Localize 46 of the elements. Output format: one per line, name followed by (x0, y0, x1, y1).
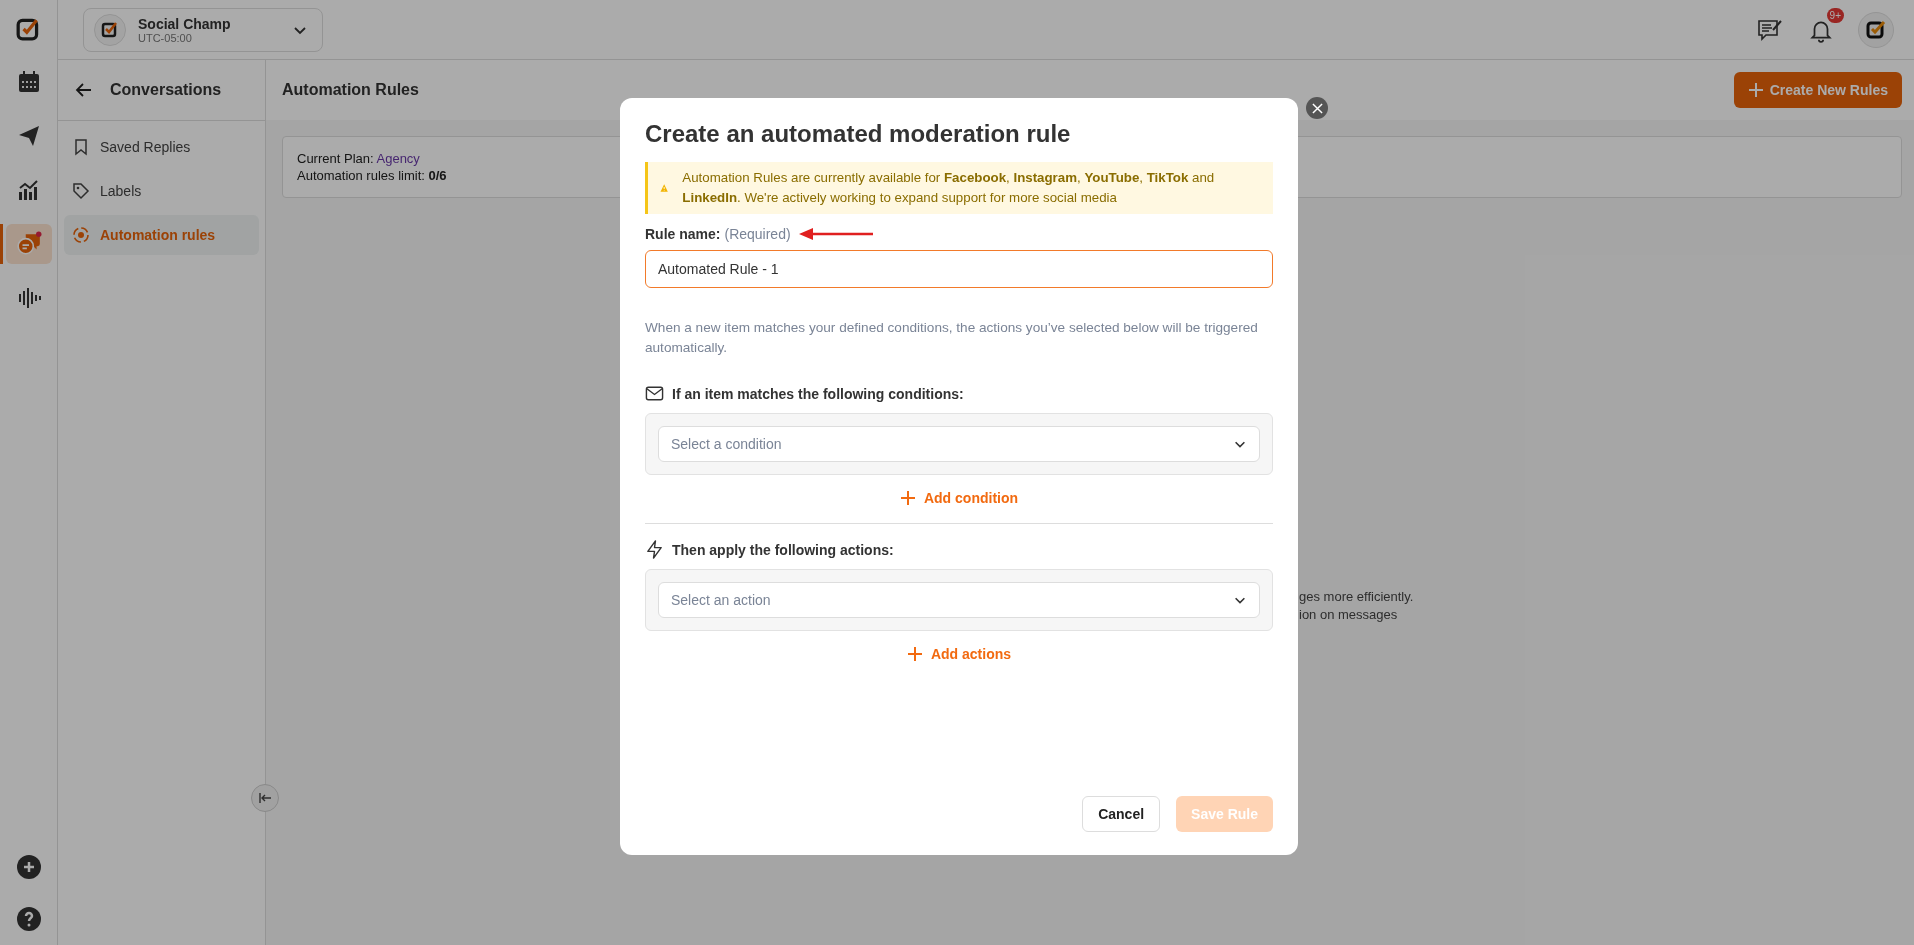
create-new-rules-button[interactable]: Create New Rules (1733, 72, 1902, 108)
plus-icon (1747, 82, 1764, 98)
page-title: Automation Rules (282, 81, 419, 99)
section-heading: Then apply the following actions: (672, 541, 894, 558)
help-icon[interactable] (16, 907, 41, 931)
required-hint: (Required) (724, 226, 791, 242)
workspace-name: Social Champ (138, 15, 232, 32)
plus-icon (906, 646, 923, 662)
rule-name-input[interactable]: Automated Rule - 1 (645, 250, 1273, 288)
tag-icon (72, 182, 90, 200)
add-actions-button[interactable]: Add actions (900, 645, 1018, 663)
section-heading: If an item matches the following conditions: (672, 385, 964, 402)
chat-icon (15, 231, 42, 257)
collapse-sidebar-icon[interactable] (251, 784, 279, 812)
action-select[interactable]: Select an action (658, 582, 1260, 618)
empty-state-text: ion on messages (1299, 606, 1399, 624)
workspace-selector[interactable]: Social Champ UTC-05:00 (83, 7, 323, 52)
lightning-icon (645, 540, 664, 559)
add-condition-button[interactable]: Add condition (893, 489, 1025, 507)
notice-text: Automation Rules are currently available for Facebook, Instagram, YouTube, TikTok and LinkedIn. We're actively working to expand support for more social media (682, 169, 1216, 207)
notification-badge: 9+ (1826, 7, 1844, 23)
workspace-timezone: UTC-05:00 (138, 31, 192, 44)
sidebar-item[interactable]: Saved Replies (64, 127, 259, 167)
rules-limit-text: Automation rules limit: 0/6 (297, 167, 447, 184)
empty-state-text: ges more efficiently. (1299, 588, 1415, 606)
calendar-icon (16, 70, 41, 94)
waveform-icon (16, 286, 41, 310)
automation-icon (72, 226, 90, 244)
chart-icon (16, 178, 41, 202)
plan-link[interactable]: Agency (376, 151, 420, 166)
profile-avatar-icon[interactable] (1858, 11, 1894, 48)
sidebar-item[interactable]: Labels (64, 171, 259, 211)
bookmark-icon (72, 138, 90, 156)
cancel-button[interactable]: Cancel (1082, 796, 1161, 832)
envelope-icon (645, 384, 664, 403)
plan-text: Current Plan: Agency (297, 150, 420, 167)
close-icon (1311, 102, 1323, 114)
description-text: When a new item matches your defined conditions, the actions you’ve selected below will be triggered automatically. (645, 319, 1259, 357)
field-label: Rule name: (645, 226, 721, 242)
modal-title: Create an automated moderation rule (645, 120, 1072, 148)
sidebar-title: Conversations (110, 81, 222, 99)
sidebar-item[interactable]: Automation rules (64, 215, 259, 255)
workspace-logo-icon (94, 13, 126, 46)
condition-select[interactable]: Select a condition (658, 426, 1260, 462)
add-icon[interactable] (16, 855, 41, 879)
plus-icon (899, 490, 916, 506)
